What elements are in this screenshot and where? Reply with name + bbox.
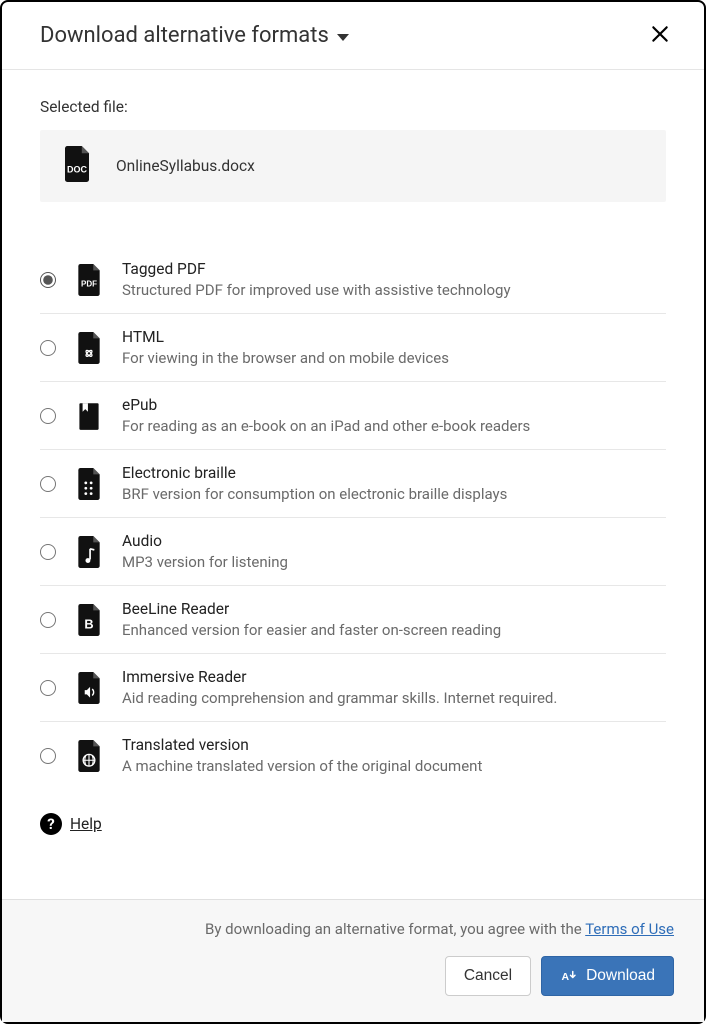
selected-file-name: OnlineSyllabus.docx: [116, 157, 255, 175]
option-title: Electronic braille: [122, 464, 507, 482]
download-button-label: Download: [586, 967, 655, 985]
help-link-row[interactable]: ? Help: [40, 813, 666, 835]
radio-audio[interactable]: [40, 544, 56, 560]
svg-text:B: B: [84, 616, 93, 631]
option-desc: Enhanced version for easier and faster o…: [122, 621, 501, 639]
radio-epub[interactable]: [40, 408, 56, 424]
beeline-file-icon: B: [74, 604, 104, 636]
option-title: Immersive Reader: [122, 668, 557, 686]
epub-book-icon: [74, 400, 104, 432]
footer-buttons: Cancel A Download: [32, 956, 674, 996]
option-desc: BRF version for consumption on electroni…: [122, 485, 507, 503]
option-beeline[interactable]: B BeeLine Reader Enhanced version for ea…: [40, 586, 666, 654]
svg-text:A: A: [562, 971, 570, 983]
title-dropdown[interactable]: Download alternative formats: [40, 23, 349, 48]
option-html[interactable]: HTML For viewing in the browser and on m…: [40, 314, 666, 382]
option-desc: MP3 version for listening: [122, 553, 288, 571]
download-button[interactable]: A Download: [541, 956, 674, 996]
close-button[interactable]: [646, 20, 674, 51]
audio-file-icon: [74, 536, 104, 568]
selected-file-label: Selected file:: [40, 98, 666, 116]
option-audio[interactable]: Audio MP3 version for listening: [40, 518, 666, 586]
doc-file-icon: DOC: [62, 146, 92, 186]
option-title: Tagged PDF: [122, 260, 511, 278]
format-options-list: PDF Tagged PDF Structured PDF for improv…: [40, 246, 666, 789]
agreement-prefix: By downloading an alternative format, yo…: [205, 920, 585, 938]
globe-file-icon: [74, 740, 104, 772]
option-braille[interactable]: Electronic braille BRF version for consu…: [40, 450, 666, 518]
option-epub[interactable]: ePub For reading as an e-book on an iPad…: [40, 382, 666, 450]
option-tagged-pdf[interactable]: PDF Tagged PDF Structured PDF for improv…: [40, 246, 666, 314]
help-link[interactable]: Help: [70, 815, 102, 833]
radio-tagged-pdf[interactable]: [40, 272, 56, 288]
option-desc: Aid reading comprehension and grammar sk…: [122, 689, 557, 707]
dialog-content: Selected file: DOC OnlineSyllabus.docx P…: [2, 70, 704, 899]
option-desc: For viewing in the browser and on mobile…: [122, 349, 449, 367]
dialog-header: Download alternative formats: [2, 2, 704, 70]
option-title: ePub: [122, 396, 530, 414]
html-file-icon: [74, 332, 104, 364]
radio-html[interactable]: [40, 340, 56, 356]
option-title: HTML: [122, 328, 449, 346]
download-icon: A: [560, 967, 578, 985]
pdf-file-icon: PDF: [74, 264, 104, 296]
radio-beeline[interactable]: [40, 612, 56, 628]
radio-braille[interactable]: [40, 476, 56, 492]
terms-of-use-link[interactable]: Terms of Use: [585, 920, 674, 938]
option-desc: A machine translated version of the orig…: [122, 757, 482, 775]
braille-file-icon: [74, 468, 104, 500]
option-translated[interactable]: Translated version A machine translated …: [40, 722, 666, 789]
selected-file-box: DOC OnlineSyllabus.docx: [40, 130, 666, 202]
svg-text:DOC: DOC: [67, 164, 88, 174]
close-icon: [650, 24, 670, 44]
dialog-footer: By downloading an alternative format, yo…: [2, 899, 704, 1022]
option-title: Translated version: [122, 736, 482, 754]
help-icon: ?: [40, 813, 62, 835]
caret-down-icon: [337, 34, 349, 41]
agreement-text: By downloading an alternative format, yo…: [32, 920, 674, 938]
download-formats-dialog: Download alternative formats Selected fi…: [0, 0, 706, 1024]
option-desc: Structured PDF for improved use with ass…: [122, 281, 511, 299]
option-immersive[interactable]: Immersive Reader Aid reading comprehensi…: [40, 654, 666, 722]
dialog-title: Download alternative formats: [40, 23, 329, 48]
svg-text:PDF: PDF: [81, 279, 97, 288]
immersive-file-icon: [74, 672, 104, 704]
option-desc: For reading as an e-book on an iPad and …: [122, 417, 530, 435]
option-title: Audio: [122, 532, 288, 550]
radio-immersive[interactable]: [40, 680, 56, 696]
cancel-button[interactable]: Cancel: [445, 956, 531, 996]
radio-translated[interactable]: [40, 748, 56, 764]
option-title: BeeLine Reader: [122, 600, 501, 618]
